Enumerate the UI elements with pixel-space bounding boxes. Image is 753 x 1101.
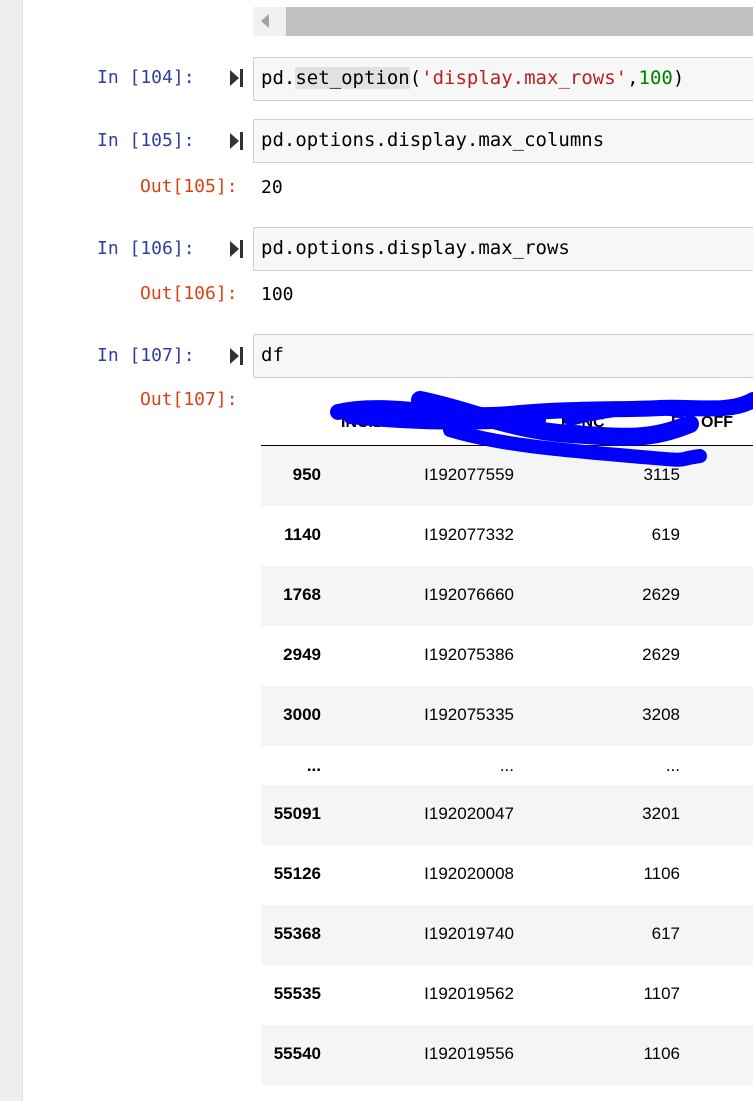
out-prompt: Out[106]: [140, 283, 238, 304]
table-cell: I192020008 [424, 864, 514, 883]
table-row: 55535 I192019562 1107 [261, 965, 753, 1025]
table-row: 55540 I192019556 1106 [261, 1025, 753, 1085]
row-index: 55126 [273, 864, 321, 883]
code-token: , [627, 67, 639, 89]
code-token-number: 100 [638, 67, 673, 89]
row-index: 2949 [283, 645, 321, 664]
table-cell: I192075386 [424, 645, 514, 664]
table-cell: ... [499, 756, 514, 775]
code-token-function: set_option [295, 67, 410, 89]
column-header: INCIDE [341, 414, 396, 431]
table-row: 55091 I192020047 3201 [261, 785, 753, 845]
table-cell: I192019740 [424, 924, 514, 943]
left-gutter [0, 0, 23, 1101]
code-input[interactable]: pd.options.display.max_columns [253, 119, 753, 163]
row-index: 55540 [273, 1044, 321, 1063]
row-index: 950 [292, 465, 321, 484]
row-index: 55091 [273, 804, 321, 823]
table-row: 2949 I192075386 2629 [261, 626, 753, 686]
table-cell: I192077332 [424, 525, 514, 544]
table-row: 1768 I192076660 2629 [261, 566, 753, 626]
table-row: 1140 I192077332 619 [261, 506, 753, 566]
table-header: INCIDE FENC E OFF [261, 404, 753, 446]
code-token-string: 'display.max_rows' [421, 67, 628, 89]
scrollbar-thumb[interactable] [286, 7, 753, 36]
code-input[interactable]: pd.options.display.max_rows [253, 227, 753, 271]
chevron-left-icon[interactable] [261, 14, 269, 28]
column-header: FENC [561, 414, 605, 431]
in-prompt: In [106]: [97, 238, 195, 259]
table-cell: 3208 [642, 705, 680, 724]
run-cell-icon[interactable] [230, 240, 244, 258]
table-row: 55126 I192020008 1106 [261, 845, 753, 905]
code-text: pd.set_option('display.max_rows',100) [261, 67, 684, 89]
code-text: df [261, 344, 284, 366]
code-input[interactable]: pd.set_option('display.max_rows',100) [253, 57, 753, 101]
column-header: OFF [701, 414, 733, 431]
table-row-ellipsis: ... ... ... [261, 746, 753, 785]
run-cell-icon[interactable] [230, 132, 244, 150]
in-prompt: In [107]: [97, 345, 195, 366]
table-cell: 1106 [643, 1044, 680, 1063]
table-cell: ... [665, 756, 680, 775]
table-row: 950 I192077559 3115 [261, 446, 753, 506]
row-index: 55368 [273, 924, 321, 943]
dataframe-table: INCIDE FENC E OFF 950 I192077559 3115 11… [261, 404, 753, 1086]
column-header: E [671, 414, 682, 431]
table-row: 55368 I192019740 617 [261, 905, 753, 965]
table-cell: 1107 [643, 984, 680, 1003]
run-cell-icon[interactable] [230, 69, 244, 87]
code-input[interactable]: df [253, 334, 753, 378]
table-cell: 617 [651, 924, 680, 943]
table-cell: I192076660 [424, 585, 514, 604]
table-row: 3000 I192075335 3208 [261, 686, 753, 746]
out-prompt: Out[105]: [140, 176, 238, 197]
in-prompt: In [105]: [97, 130, 195, 151]
row-index: 55535 [273, 984, 321, 1003]
cell-output: 100 [261, 284, 294, 305]
code-text: pd.options.display.max_rows [261, 237, 570, 259]
out-prompt: Out[107]: [140, 389, 238, 410]
table-cell: I192020047 [424, 804, 514, 823]
table-cell: 3115 [643, 465, 680, 484]
table-cell: I192077559 [424, 465, 514, 484]
table-cell: 2629 [642, 645, 680, 664]
row-index: ... [306, 756, 321, 775]
run-cell-icon[interactable] [230, 347, 244, 365]
code-token: ( [409, 67, 422, 89]
table-cell: 3201 [642, 804, 680, 823]
code-token: ) [672, 67, 685, 89]
code-token: pd. [261, 67, 296, 89]
row-index: 1768 [283, 585, 321, 604]
cell-output: 20 [261, 177, 283, 198]
code-text: pd.options.display.max_columns [261, 129, 605, 151]
table-cell: 619 [651, 525, 680, 544]
row-index: 3000 [283, 705, 321, 724]
in-prompt: In [104]: [97, 67, 195, 88]
table-cell: 2629 [642, 585, 680, 604]
horizontal-scrollbar[interactable] [253, 7, 753, 36]
row-index: 1140 [284, 525, 321, 544]
table-cell: I192019556 [424, 1044, 514, 1063]
table-cell: I192075335 [424, 705, 514, 724]
table-cell: 1106 [643, 864, 680, 883]
table-cell: I192019562 [424, 984, 514, 1003]
